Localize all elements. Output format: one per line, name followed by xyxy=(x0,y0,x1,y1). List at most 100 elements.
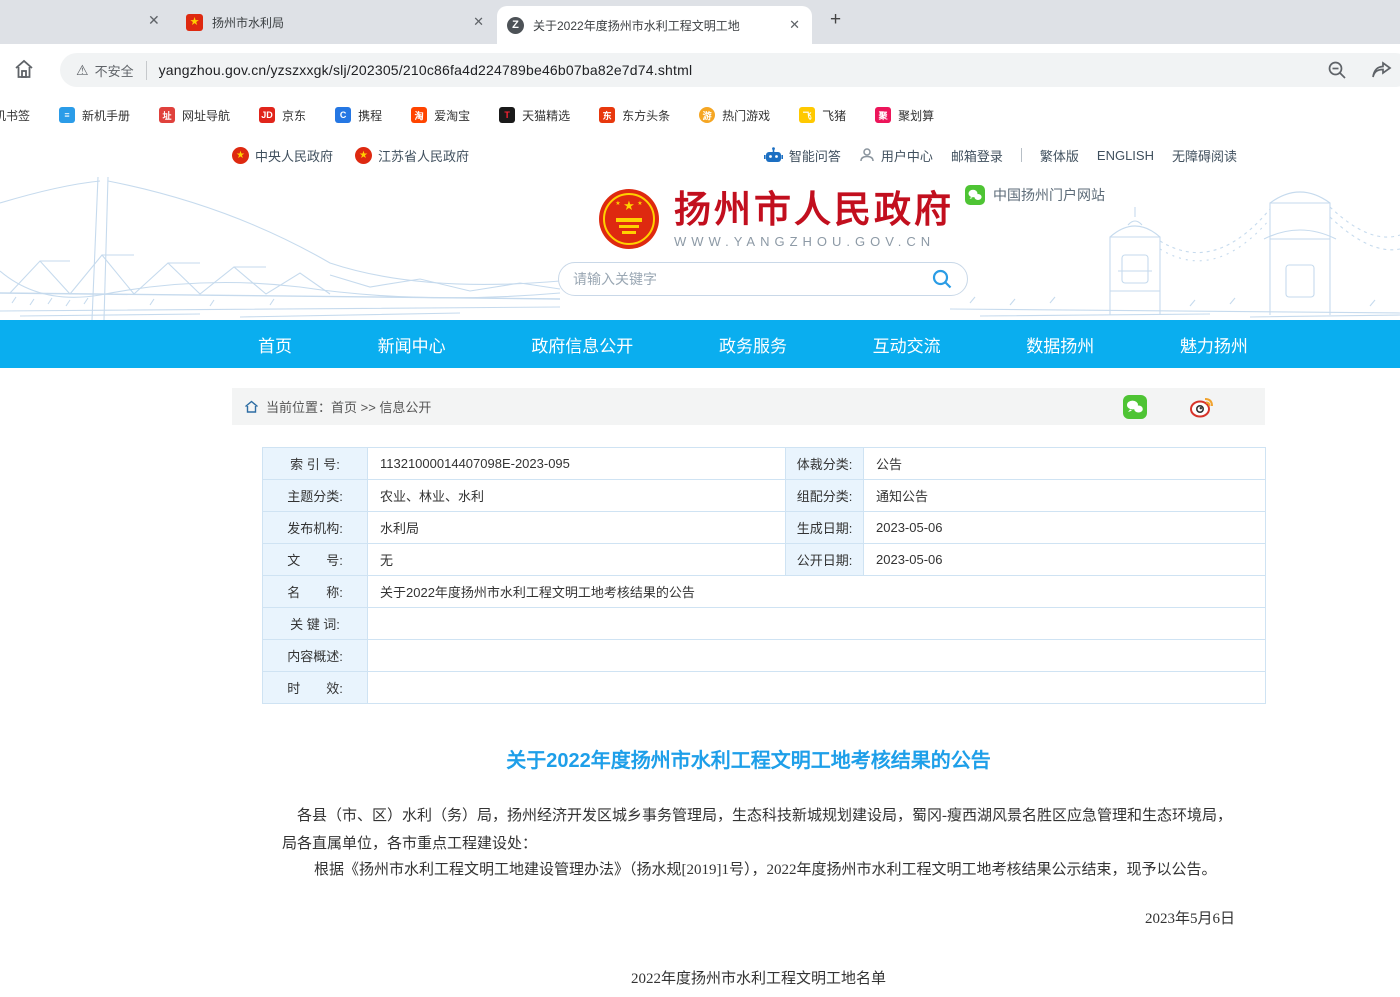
svg-text:★: ★ xyxy=(637,200,642,207)
nav-home[interactable]: 首页 xyxy=(258,332,292,357)
site-banner: ★ ★ ★ 扬州市人民政府 WWW.YANGZHOU.GOV.CN 中国扬州门户… xyxy=(0,175,1400,320)
portal-link[interactable]: 中国扬州门户网站 xyxy=(965,185,1105,205)
national-emblem-icon: ★ ★ ★ xyxy=(598,188,660,250)
info-label: 索 引 号: xyxy=(263,448,368,480)
tab-announcement-active[interactable]: Z 关于2022年度扬州市水利工程文明工地 ✕ xyxy=(497,6,812,44)
nav-interaction[interactable]: 互动交流 xyxy=(873,332,941,357)
info-value: 通知公告 xyxy=(864,480,1266,512)
search-input[interactable] xyxy=(573,271,931,287)
bookmark-label: 东方头条 xyxy=(622,107,670,124)
article-paragraph: 根据《扬州市水利工程文明工地建设管理办法》（扬水规[2019]1号），2022年… xyxy=(282,856,1235,884)
tab-title: 关于2022年度扬州市水利工程文明工地 xyxy=(533,17,778,34)
new-tab-button[interactable]: + xyxy=(830,9,841,31)
bookmark-item[interactable]: JD 京东 xyxy=(259,107,306,124)
table-row: 发布机构: 水利局 生成日期: 2023-05-06 xyxy=(263,512,1266,544)
bookmark-label: 京东 xyxy=(282,107,306,124)
bookmark-favicon-icon: T xyxy=(499,107,515,123)
tab-yangzhou-water-bureau[interactable]: ★ 扬州市水利局 ✕ xyxy=(186,8,486,36)
bookmark-label: 天猫精选 xyxy=(522,107,570,124)
home-icon[interactable] xyxy=(12,57,36,81)
bookmark-item[interactable]: 址 网址导航 xyxy=(159,107,230,124)
link-central-gov[interactable]: ★ 中央人民政府 xyxy=(232,146,333,165)
bookmark-item[interactable]: ≡ 新机手册 xyxy=(59,107,130,124)
info-label: 关 键 词: xyxy=(263,608,368,640)
link-mail-login[interactable]: 邮箱登录 xyxy=(951,146,1003,165)
link-user-center[interactable]: 用户中心 xyxy=(859,146,933,165)
bookmark-item[interactable]: 东 东方头条 xyxy=(599,107,670,124)
bookmark-item[interactable]: 机书签 xyxy=(0,107,30,124)
nav-gov-info-disclosure[interactable]: 政府信息公开 xyxy=(531,332,633,357)
link-english[interactable]: ENGLISH xyxy=(1097,148,1154,163)
info-value: 水利局 xyxy=(368,512,786,544)
link-jiangsu-gov[interactable]: ★ 江苏省人民政府 xyxy=(355,146,469,165)
browser-address-bar: ⚠ 不安全 yangzhou.gov.cn/yzszxxgk/slj/20230… xyxy=(0,44,1400,95)
info-value xyxy=(368,672,1266,704)
info-value: 无 xyxy=(368,544,786,576)
close-icon[interactable]: ✕ xyxy=(787,17,802,33)
table-row: 文 号: 无 公开日期: 2023-05-06 xyxy=(263,544,1266,576)
info-value: 公告 xyxy=(864,448,1266,480)
gov-emblem-icon: ★ xyxy=(186,14,203,31)
info-label: 发布机构: xyxy=(263,512,368,544)
nav-charm-yangzhou[interactable]: 魅力扬州 xyxy=(1180,332,1248,357)
info-label: 文 号: xyxy=(263,544,368,576)
nav-news-center[interactable]: 新闻中心 xyxy=(378,332,446,357)
article-list-title: 2022年度扬州市水利工程文明工地名单 xyxy=(282,965,1235,993)
link-accessibility[interactable]: 无障碍阅读 xyxy=(1172,146,1237,165)
table-row: 主题分类: 农业、林业、水利 组配分类: 通知公告 xyxy=(263,480,1266,512)
info-value xyxy=(368,640,1266,672)
close-icon[interactable]: ✕ xyxy=(471,14,486,30)
close-icon[interactable]: ✕ xyxy=(148,12,160,29)
url-text[interactable]: yangzhou.gov.cn/yzszxxgk/slj/202305/210c… xyxy=(159,62,693,78)
breadcrumb-path[interactable]: 首页 >> 信息公开 xyxy=(331,397,431,416)
security-label: 不安全 xyxy=(95,61,147,80)
bookmark-favicon-icon: 游 xyxy=(699,107,715,123)
site-logo[interactable]: ★ ★ ★ 扬州市人民政府 WWW.YANGZHOU.GOV.CN xyxy=(598,188,954,250)
home-small-icon xyxy=(244,400,259,413)
divider xyxy=(1021,148,1022,162)
bookmark-item[interactable]: 淘 爱淘宝 xyxy=(411,107,470,124)
bookmark-item[interactable]: 游 热门游戏 xyxy=(699,107,770,124)
table-row: 时 效: xyxy=(263,672,1266,704)
search-icon[interactable] xyxy=(931,268,953,290)
bookmark-item[interactable]: 聚 聚划算 xyxy=(875,107,934,124)
site-favicon-icon: Z xyxy=(507,17,524,34)
bookmark-item[interactable]: 飞 飞猪 xyxy=(799,107,846,124)
info-label: 名 称: xyxy=(263,576,368,608)
nav-data-yangzhou[interactable]: 数据扬州 xyxy=(1026,332,1094,357)
link-smart-qa[interactable]: 智能问答 xyxy=(764,146,841,165)
bookmark-favicon-icon: ≡ xyxy=(59,107,75,123)
security-warning-icon[interactable]: ⚠ xyxy=(76,62,89,79)
bookmark-label: 携程 xyxy=(358,107,382,124)
info-value: 关于2022年度扬州市水利工程文明工地考核结果的公告 xyxy=(368,576,1266,608)
bookmark-label: 热门游戏 xyxy=(722,107,770,124)
table-row: 关 键 词: xyxy=(263,608,1266,640)
bridge-sketch-left xyxy=(0,175,560,320)
url-omnibox[interactable]: ⚠ 不安全 yangzhou.gov.cn/yzszxxgk/slj/20230… xyxy=(60,53,1400,87)
table-row: 索 引 号: 11321000014407098E-2023-095 体裁分类:… xyxy=(263,448,1266,480)
bookmark-label: 聚划算 xyxy=(898,107,934,124)
share-icon[interactable] xyxy=(1370,59,1394,81)
robot-icon xyxy=(764,147,783,164)
zoom-out-icon[interactable] xyxy=(1326,59,1348,81)
gov-emblem-icon: ★ xyxy=(232,147,249,164)
link-traditional-chinese[interactable]: 繁体版 xyxy=(1040,146,1079,165)
article-date: 2023年5月6日 xyxy=(282,905,1235,933)
bookmark-item[interactable]: C 携程 xyxy=(335,107,382,124)
wechat-share-icon[interactable] xyxy=(1123,395,1147,419)
info-value: 2023-05-06 xyxy=(864,512,1266,544)
article-title: 关于2022年度扬州市水利工程文明工地考核结果的公告 xyxy=(232,744,1265,773)
svg-text:★: ★ xyxy=(615,200,620,207)
nav-gov-services[interactable]: 政务服务 xyxy=(719,332,787,357)
bookmark-item[interactable]: T 天猫精选 xyxy=(499,107,570,124)
bookmark-favicon-icon: 聚 xyxy=(875,107,891,123)
info-value xyxy=(368,608,1266,640)
article-paragraph: 各县（市、区）水利（务）局，扬州经济开发区城乡事务管理局，生态科技新城规划建设局… xyxy=(282,802,1235,858)
site-search-box xyxy=(558,262,968,296)
browser-tab-bar: ✕ ★ 扬州市水利局 ✕ Z 关于2022年度扬州市水利工程文明工地 ✕ + xyxy=(0,0,1400,44)
bookmark-label: 新机手册 xyxy=(82,107,130,124)
bookmark-favicon-icon: 飞 xyxy=(799,107,815,123)
main-navigation: 首页 新闻中心 政府信息公开 政务服务 互动交流 数据扬州 魅力扬州 xyxy=(0,320,1400,368)
bookmark-label: 飞猪 xyxy=(822,107,846,124)
weibo-share-icon[interactable] xyxy=(1189,395,1215,419)
